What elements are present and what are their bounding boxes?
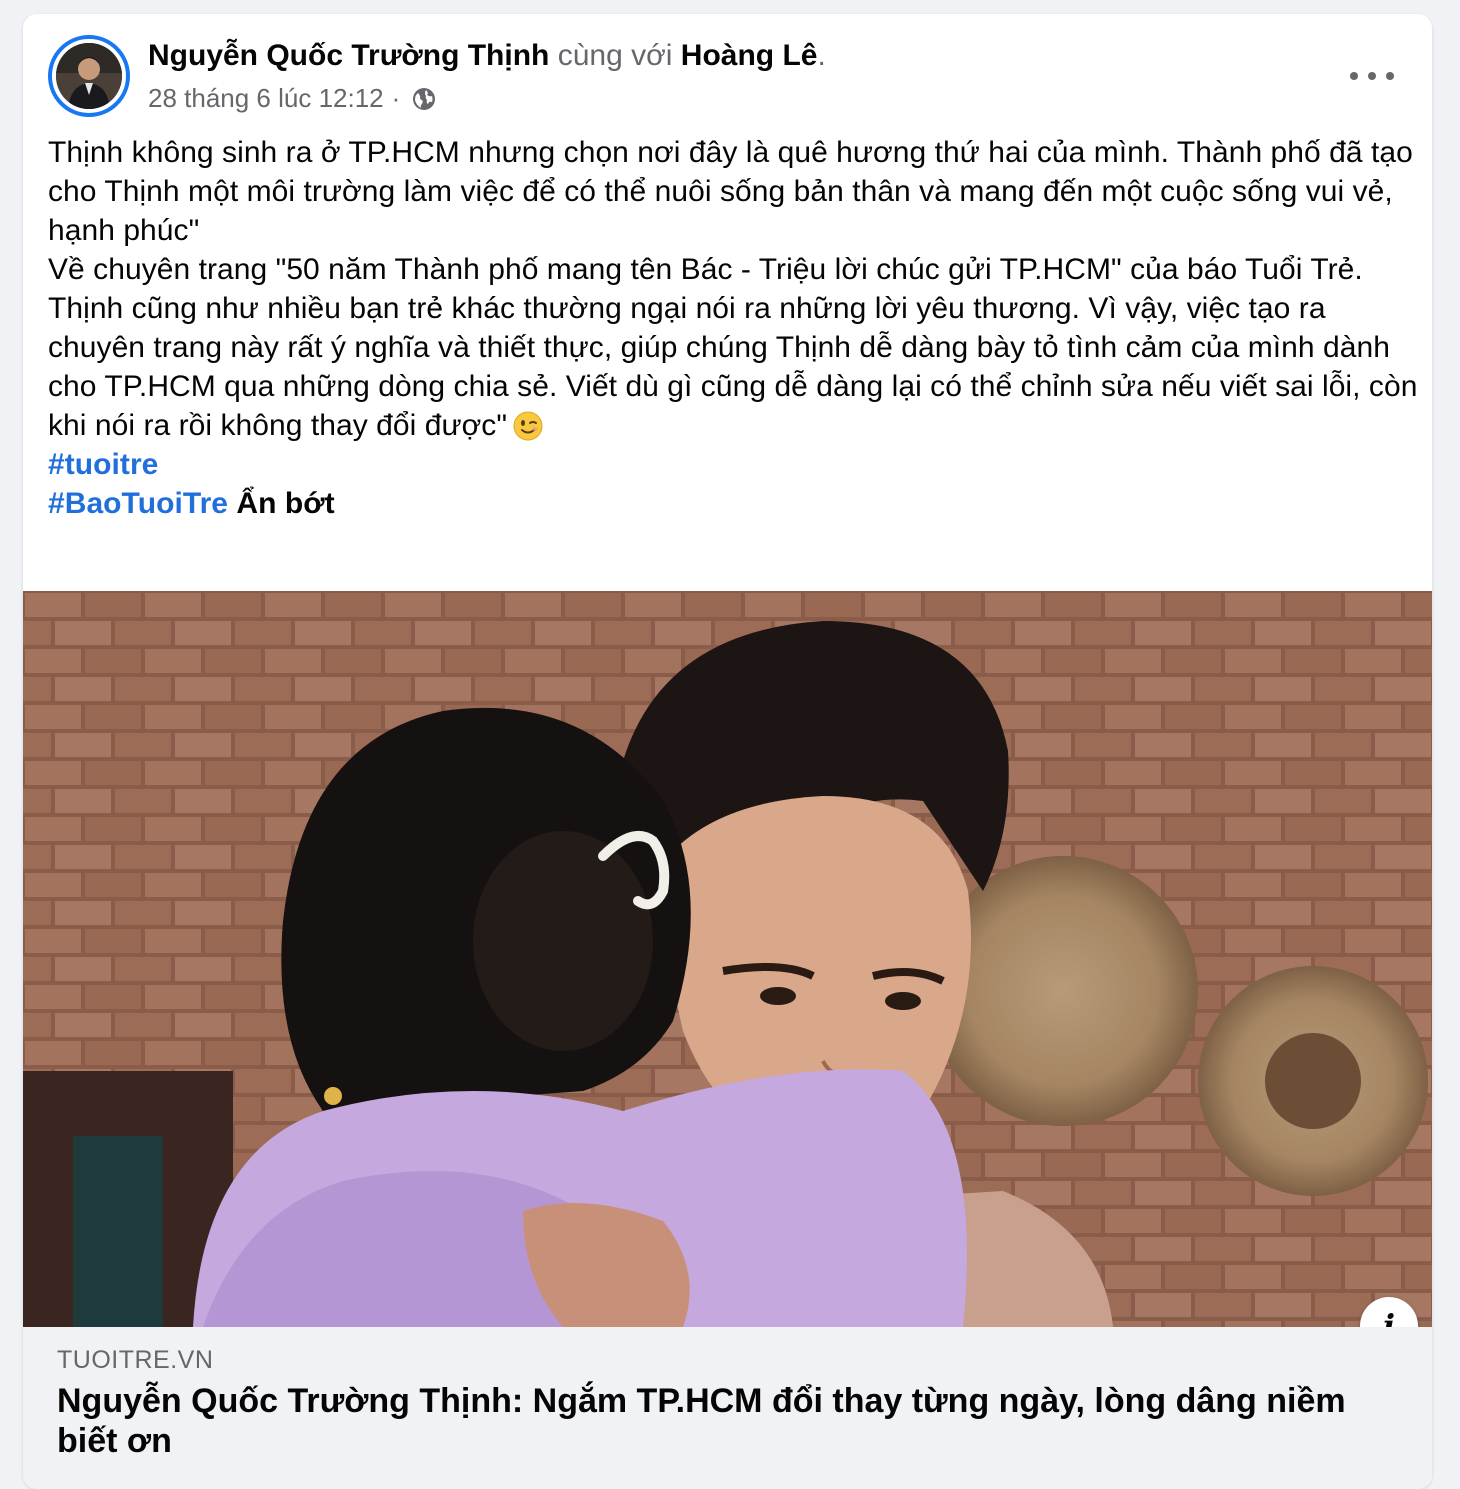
tagged-suffix: . [817, 39, 826, 72]
with-text: cùng với [557, 39, 673, 72]
hashtag-line: #BaoTuoiTre Ẩn bớt [48, 484, 1418, 523]
author-name[interactable]: Nguyễn Quốc Trường Thịnh [148, 39, 549, 72]
more-options-icon[interactable] [1350, 64, 1394, 88]
link-preview-image[interactable] [23, 591, 1432, 1327]
winking-face-emoji [513, 411, 543, 441]
globe-icon[interactable] [412, 86, 436, 110]
post-body: Thịnh không sinh ra ở TP.HCM nhưng chọn … [48, 133, 1418, 523]
more-dot [1350, 72, 1358, 80]
link-domain: TUOITRE.VN [57, 1346, 214, 1374]
author-line: Nguyễn Quốc Trường Thịnh cùng với Hoàng … [148, 38, 826, 74]
link-preview-footer[interactable]: TUOITRE.VN Nguyễn Quốc Trường Thịnh: Ngắ… [23, 1327, 1432, 1489]
post-card: Nguyễn Quốc Trường Thịnh cùng với Hoàng … [23, 14, 1432, 1489]
post-paragraph-text: Thịnh cũng như nhiều bạn trẻ khác thường… [48, 292, 1418, 442]
link-title[interactable]: Nguyễn Quốc Trường Thịnh: Ngắm TP.HCM đổ… [57, 1381, 1357, 1461]
hashtag-link[interactable]: #BaoTuoiTre [48, 487, 228, 520]
post-timestamp[interactable]: 28 tháng 6 lúc 12:12 [148, 82, 384, 114]
post-paragraph: Thịnh không sinh ra ở TP.HCM nhưng chọn … [48, 136, 1413, 247]
author-avatar[interactable] [48, 35, 130, 117]
more-dot [1386, 72, 1394, 80]
meta-separator: · [391, 83, 401, 113]
post-paragraph: Thịnh cũng như nhiều bạn trẻ khác thường… [48, 289, 1418, 445]
avatar-image [56, 43, 122, 109]
hashtag-link[interactable]: #tuoitre [48, 448, 158, 481]
post-paragraph: Về chuyên trang "50 năm Thành phố mang t… [48, 253, 1363, 286]
tagged-name[interactable]: Hoàng Lê [681, 39, 818, 72]
see-less-button[interactable]: Ẩn bớt [236, 487, 334, 520]
more-dot [1368, 72, 1376, 80]
post-header: Nguyễn Quốc Trường Thịnh cùng với Hoàng … [23, 14, 1432, 124]
post-meta: 28 tháng 6 lúc 12:12 · [148, 82, 436, 114]
hashtag-line: #tuoitre [48, 445, 1418, 484]
